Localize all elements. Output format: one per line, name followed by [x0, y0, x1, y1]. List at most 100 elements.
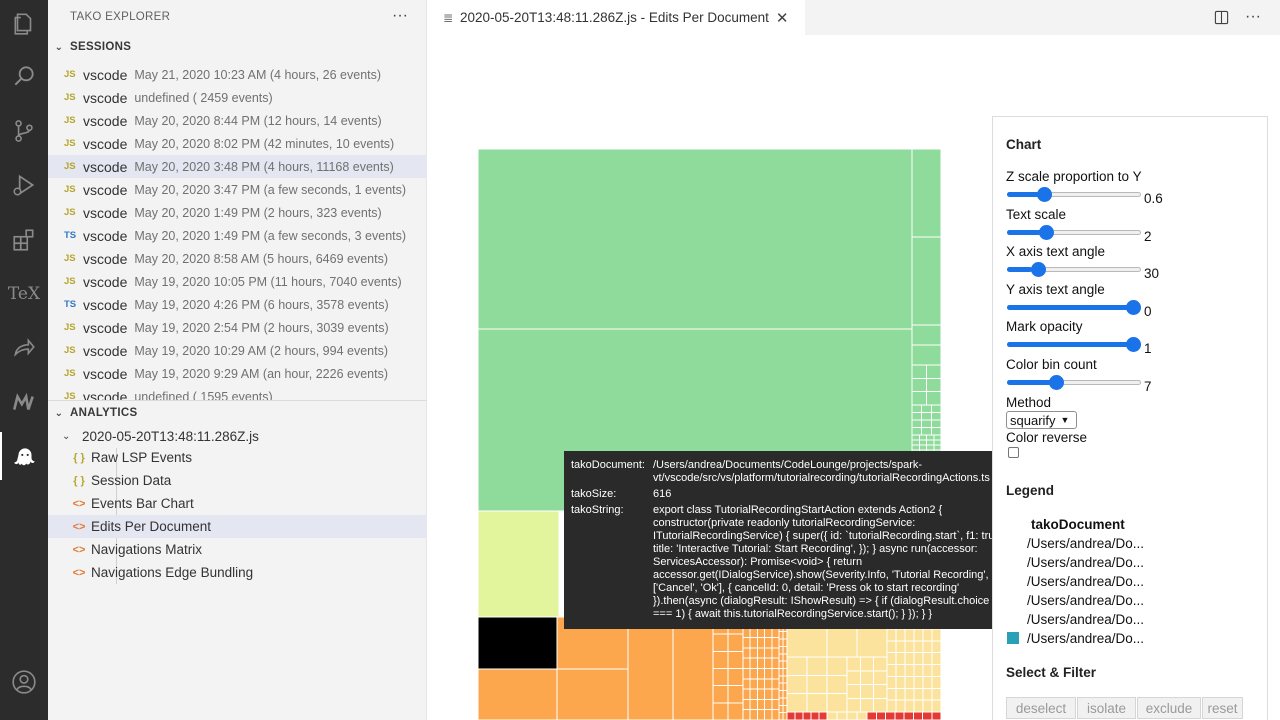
treemap-cell[interactable]: [886, 640, 897, 654]
treemap-cell[interactable]: [895, 664, 906, 677]
treemap-cell[interactable]: [727, 633, 744, 652]
treemap-cell[interactable]: [764, 678, 773, 690]
treemap-cell[interactable]: [712, 650, 729, 670]
treemap-cell[interactable]: [782, 712, 788, 720]
isolate-button[interactable]: isolate: [1077, 697, 1136, 719]
analytics-view-item[interactable]: { } Raw LSP Events: [48, 446, 427, 469]
treemap-cell[interactable]: [756, 698, 766, 711]
treemap-cell[interactable]: [826, 693, 848, 713]
treemap-cell[interactable]: [778, 631, 784, 640]
treemap-cell[interactable]: [866, 711, 877, 720]
treemap-cell[interactable]: [931, 675, 941, 689]
treemap-cell[interactable]: [782, 660, 788, 670]
treemap-cell[interactable]: [894, 711, 905, 720]
treemap-cell[interactable]: [859, 697, 875, 713]
treemap-cell[interactable]: [873, 670, 888, 685]
treemap-cell[interactable]: [922, 675, 933, 689]
treemap-cell[interactable]: [856, 711, 868, 720]
treemap-cell[interactable]: [556, 668, 629, 720]
treemap-cell[interactable]: [836, 711, 848, 720]
treemap-cell[interactable]: [742, 657, 751, 670]
treemap-cell[interactable]: [764, 637, 773, 649]
treemap-cell[interactable]: [886, 699, 897, 713]
treemap-cell[interactable]: [778, 675, 784, 684]
tako-octopus-icon[interactable]: [0, 432, 48, 480]
treemap-cell[interactable]: [846, 656, 861, 672]
treemap-cell[interactable]: [756, 678, 766, 690]
markdown-m-icon[interactable]: [0, 378, 48, 426]
treemap-cell[interactable]: [742, 688, 751, 700]
treemap-cell[interactable]: [764, 668, 773, 680]
treemap-cell[interactable]: [756, 657, 766, 670]
treemap-cell[interactable]: [931, 652, 941, 665]
treemap-cell[interactable]: [904, 687, 915, 701]
treemap-cell[interactable]: [786, 711, 796, 720]
treemap-cell[interactable]: [826, 656, 848, 676]
treemap-cell[interactable]: [895, 640, 906, 654]
treemap-cell[interactable]: [903, 711, 914, 720]
treemap-cell[interactable]: [921, 412, 932, 421]
treemap-cell[interactable]: [913, 652, 924, 665]
treemap-cell[interactable]: [771, 709, 780, 720]
treemap-cell[interactable]: [749, 678, 758, 690]
treemap-cell[interactable]: [794, 711, 804, 720]
treemap-cell[interactable]: [764, 657, 773, 670]
treemap-cell[interactable]: [749, 698, 758, 711]
treemap-cell[interactable]: [778, 638, 784, 647]
split-editor-icon[interactable]: [1211, 7, 1231, 27]
treemap-cell[interactable]: [918, 439, 927, 446]
treemap-cell[interactable]: [918, 434, 927, 441]
treemap-cell[interactable]: [749, 709, 758, 720]
treemap-cell[interactable]: [806, 656, 828, 676]
treemap-cell[interactable]: [764, 688, 773, 700]
treemap-cell[interactable]: [826, 711, 838, 720]
live-share-icon[interactable]: [0, 324, 48, 372]
run-debug-icon[interactable]: [0, 161, 48, 209]
treemap-cell[interactable]: [911, 404, 923, 413]
treemap-cell[interactable]: [930, 419, 941, 428]
treemap-cell[interactable]: [802, 711, 812, 720]
treemap-cell[interactable]: [478, 668, 558, 720]
treemap-cell[interactable]: [749, 668, 758, 680]
more-actions-icon[interactable]: ···: [392, 7, 408, 25]
slider-thumb[interactable]: [1126, 300, 1141, 315]
treemap-cell[interactable]: [771, 698, 780, 711]
treemap-cell[interactable]: [846, 711, 858, 720]
search-icon[interactable]: [0, 52, 48, 100]
treemap-cell[interactable]: [911, 377, 927, 393]
treemap-cell[interactable]: [886, 628, 897, 642]
treemap-cell[interactable]: [756, 668, 766, 680]
treemap-cell[interactable]: [778, 660, 784, 670]
treemap-cell[interactable]: [895, 675, 906, 689]
treemap-cell[interactable]: [786, 674, 808, 695]
analytics-header[interactable]: ⌄ ANALYTICS: [48, 402, 427, 424]
treemap-cell[interactable]: [922, 711, 933, 720]
treemap-cell[interactable]: [911, 236, 941, 326]
treemap-cell[interactable]: [895, 699, 906, 713]
treemap-cell[interactable]: [672, 616, 714, 720]
legend-item[interactable]: /Users/andrea/Do...: [1007, 534, 1144, 552]
treemap-cell[interactable]: [749, 688, 758, 700]
treemap-cell[interactable]: [873, 656, 888, 672]
treemap-cell[interactable]: [886, 652, 897, 665]
treemap-cell[interactable]: [933, 444, 941, 451]
slider-thumb[interactable]: [1037, 187, 1052, 202]
treemap-cell[interactable]: [926, 391, 942, 406]
tex-icon[interactable]: TeX: [0, 270, 48, 318]
treemap-cell[interactable]: [771, 688, 780, 700]
treemap-cell[interactable]: [921, 427, 932, 436]
treemap-cell[interactable]: [727, 668, 744, 687]
treemap-cell[interactable]: [806, 674, 828, 695]
treemap-cell[interactable]: [778, 690, 784, 699]
treemap-cell[interactable]: [922, 628, 933, 642]
treemap-cell[interactable]: [764, 647, 773, 659]
session-item[interactable]: JS vscode undefined ( 1595 events): [48, 385, 427, 401]
treemap-cell[interactable]: [933, 434, 941, 441]
treemap-cell-highlighted[interactable]: [478, 616, 558, 670]
treemap-cell[interactable]: [756, 637, 766, 649]
more-actions-icon[interactable]: ···: [1243, 7, 1263, 27]
treemap-cell[interactable]: [911, 439, 920, 446]
treemap-cell[interactable]: [782, 638, 788, 647]
treemap-cell[interactable]: [782, 704, 788, 714]
treemap-cell[interactable]: [712, 668, 729, 687]
